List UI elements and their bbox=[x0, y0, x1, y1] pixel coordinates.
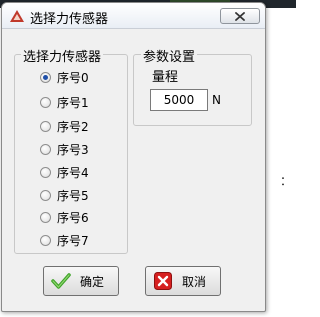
range-label: 量程 bbox=[152, 70, 179, 85]
cancel-button[interactable]: 取消 bbox=[145, 266, 221, 296]
radio-sensor-1[interactable]: 序号1 bbox=[40, 93, 89, 111]
radio-label: 序号2 bbox=[57, 119, 89, 134]
radio-sensor-3[interactable]: 序号3 bbox=[40, 140, 89, 158]
radio-label: 序号7 bbox=[57, 233, 89, 248]
ok-button-label: 确定 bbox=[80, 274, 105, 289]
app-icon bbox=[10, 10, 24, 22]
close-button[interactable] bbox=[220, 8, 260, 24]
radio-button[interactable] bbox=[40, 143, 51, 155]
cancel-button-label: 取消 bbox=[182, 274, 207, 289]
radio-sensor-7[interactable]: 序号7 bbox=[40, 231, 89, 249]
radio-label: 序号4 bbox=[57, 165, 89, 180]
radio-label: 序号1 bbox=[57, 95, 89, 110]
radio-button[interactable] bbox=[40, 96, 51, 108]
radio-button[interactable] bbox=[40, 71, 51, 83]
dialog-title: 选择力传感器 bbox=[30, 12, 109, 27]
radio-sensor-4[interactable]: 序号4 bbox=[40, 163, 89, 181]
radio-button[interactable] bbox=[40, 211, 51, 223]
radio-label: 序号5 bbox=[57, 188, 89, 203]
title-bar[interactable]: 选择力传感器 bbox=[2, 3, 265, 29]
radio-label: 序号6 bbox=[57, 210, 89, 225]
radio-button[interactable] bbox=[40, 166, 51, 178]
radio-label: 序号0 bbox=[57, 70, 89, 85]
radio-sensor-0[interactable]: 序号0 bbox=[40, 68, 89, 86]
background-text: ： bbox=[280, 174, 293, 188]
radio-sensor-2[interactable]: 序号2 bbox=[40, 117, 89, 135]
cancel-x-icon bbox=[152, 271, 174, 291]
radio-button[interactable] bbox=[40, 120, 51, 132]
ok-button[interactable]: 确定 bbox=[43, 266, 119, 296]
sensor-group-legend: 选择力传感器 bbox=[21, 46, 104, 65]
radio-sensor-6[interactable]: 序号6 bbox=[40, 208, 89, 226]
unit-label: N bbox=[212, 93, 221, 107]
checkmark-icon bbox=[50, 271, 72, 291]
radio-button[interactable] bbox=[40, 189, 51, 201]
radio-sensor-5[interactable]: 序号5 bbox=[40, 186, 89, 204]
range-input[interactable] bbox=[150, 89, 208, 111]
params-group-legend: 参数设置 bbox=[141, 46, 198, 65]
radio-button[interactable] bbox=[40, 234, 51, 246]
radio-label: 序号3 bbox=[57, 142, 89, 157]
close-icon bbox=[235, 12, 245, 21]
